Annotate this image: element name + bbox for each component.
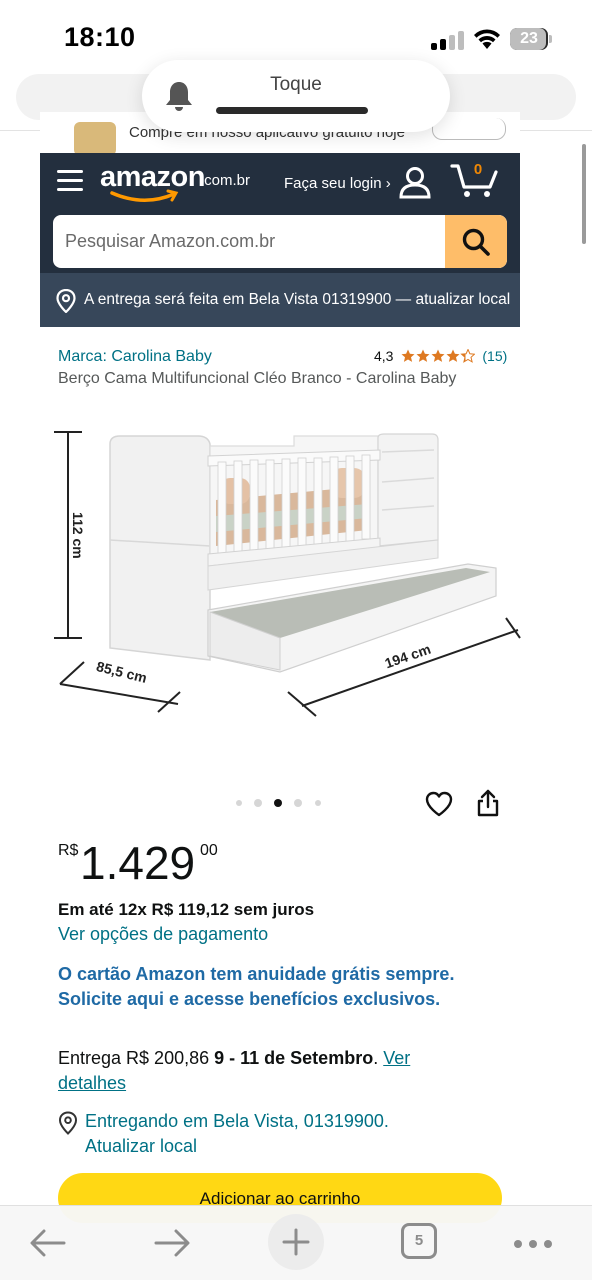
more-options-icon[interactable]: [514, 1240, 554, 1248]
location-pin-icon: [56, 289, 76, 313]
heart-icon[interactable]: [425, 791, 453, 817]
status-time: 18:10: [64, 22, 136, 52]
app-logo-icon: [74, 122, 116, 154]
search-icon: [462, 228, 490, 256]
hamburger-menu-icon[interactable]: [57, 170, 83, 192]
app-banner-button[interactable]: [432, 118, 506, 140]
notification-pill[interactable]: Toque: [142, 60, 450, 132]
rating-count: (15): [482, 347, 508, 364]
browser-toolbar: 5: [0, 1205, 592, 1280]
search-input[interactable]: [53, 215, 445, 268]
brand-link[interactable]: Marca: Carolina Baby: [58, 348, 212, 366]
scrollbar[interactable]: [582, 144, 586, 244]
delivery-location-text[interactable]: Entregando em Bela Vista, 01319900. Atua…: [85, 1109, 389, 1159]
delivery-info: Entrega R$ 200,86 9 - 11 de Setembro. Ve…: [58, 1046, 478, 1096]
notification-progress: [216, 107, 368, 114]
logo-tld: .com.br: [200, 172, 251, 189]
battery-icon: 23: [510, 28, 552, 50]
battery-level: 23: [520, 30, 538, 47]
rating-value: 4,3: [374, 347, 394, 364]
search-button[interactable]: [445, 215, 507, 268]
logo-smile-icon: [110, 189, 179, 202]
amazon-card-promo-link[interactable]: O cartão Amazon tem anuidade grátis semp…: [58, 962, 518, 1012]
site-header: amazon .com.br Faça seu login › 0 A entr…: [40, 153, 520, 327]
notification-title: Toque: [270, 74, 322, 95]
search-bar: [53, 215, 507, 268]
delivery-price: Entrega R$ 200,86: [58, 1048, 215, 1068]
wifi-icon: [474, 29, 500, 49]
dimension-height-label: 112 cm: [70, 512, 86, 559]
product-image[interactable]: 112 cm 85,5 cm 194 cm: [48, 420, 538, 720]
rating-stars-icon: [401, 348, 475, 363]
amazon-logo[interactable]: amazon .com.br: [100, 161, 260, 205]
new-tab-button[interactable]: [268, 1214, 324, 1270]
back-arrow-icon[interactable]: [30, 1228, 66, 1258]
payment-options-link[interactable]: Ver opções de pagamento: [58, 924, 268, 945]
delivery-dates: 9 - 11 de Setembro: [214, 1048, 374, 1068]
price-currency: R$: [58, 842, 79, 859]
delivery-suffix: .: [373, 1048, 384, 1068]
location-pin-icon: [58, 1111, 78, 1135]
price-fraction: 00: [200, 842, 218, 859]
login-link[interactable]: Faça seu login ›: [284, 175, 391, 192]
tabs-count: 5: [414, 1232, 424, 1249]
product-title: Berço Cama Multifuncional Cléo Branco - …: [58, 370, 457, 387]
plus-icon: [282, 1228, 310, 1256]
image-carousel-dots[interactable]: [236, 797, 326, 809]
forward-arrow-icon[interactable]: [154, 1228, 190, 1258]
cellular-signal-icon: [431, 30, 465, 50]
price-whole: 1.429: [80, 837, 196, 889]
delivery-location-text: A entrega será feita em Bela Vista 01319…: [84, 291, 511, 308]
share-icon[interactable]: [476, 789, 500, 817]
tabs-button[interactable]: 5: [401, 1223, 437, 1259]
user-icon[interactable]: [398, 165, 432, 199]
cart-count: 0: [473, 161, 483, 178]
delivery-location-bar[interactable]: A entrega será feita em Bela Vista 01319…: [40, 273, 520, 327]
delivery-location-line1: Entregando em Bela Vista, 01319900.: [85, 1111, 389, 1131]
product-rating[interactable]: 4,3 (15): [374, 347, 507, 367]
update-location-link[interactable]: Atualizar local: [85, 1134, 389, 1159]
installments-text: Em até 12x R$ 119,12 sem juros: [58, 900, 315, 919]
